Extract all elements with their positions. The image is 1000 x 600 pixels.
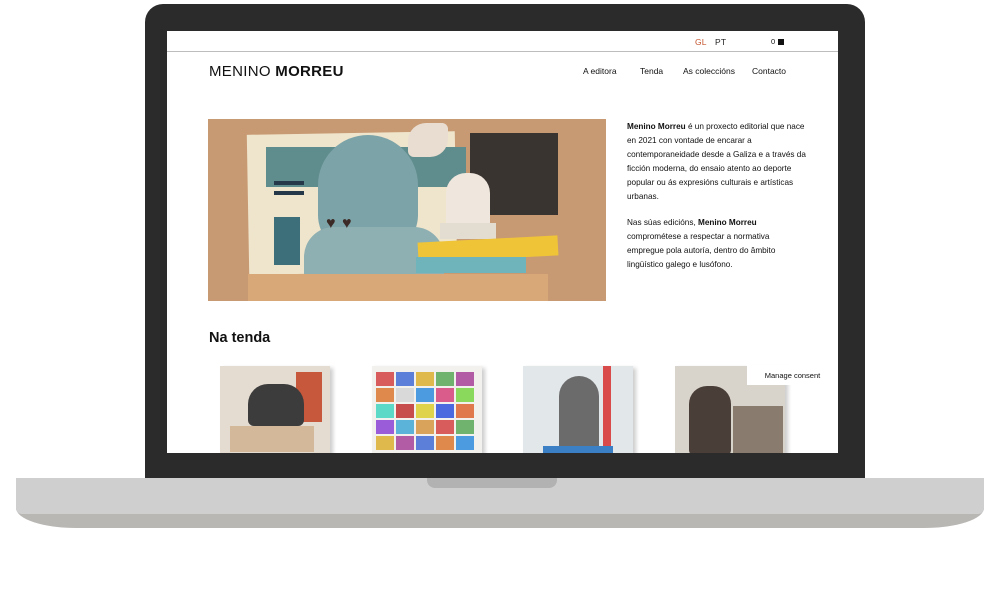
site-logo[interactable]: MENINO MORREU: [209, 63, 344, 80]
cart-link[interactable]: 0: [771, 37, 785, 46]
intro-text: Menino Morreu é un proxecto editorial qu…: [627, 120, 807, 284]
book-cover-3[interactable]: [523, 366, 633, 453]
intro-paragraph-2: Nas súas edicións, Menino Morreu comprom…: [627, 218, 776, 269]
screen: GL PT 0 MENINO MORREU A editora Tenda As…: [167, 31, 838, 453]
logo-text-morreu: MORREU: [275, 63, 344, 80]
top-bar: GL PT 0: [167, 31, 838, 52]
book-cover-1[interactable]: [220, 366, 330, 453]
language-pt-link[interactable]: PT: [715, 37, 726, 47]
nav-contacto[interactable]: Contacto: [752, 66, 786, 76]
nav-a-editora[interactable]: A editora: [583, 66, 617, 76]
laptop-notch: [427, 478, 557, 488]
nav-as-coleccions[interactable]: As coleccións: [683, 66, 735, 76]
cart-icon: [778, 38, 785, 45]
intro-paragraph-1: Menino Morreu é un proxecto editorial qu…: [627, 122, 806, 201]
manage-consent-button[interactable]: Manage consent: [747, 365, 838, 385]
hero-collage-image: ♥ ♥: [208, 119, 606, 301]
language-gl-link[interactable]: GL: [695, 37, 707, 47]
nav-tenda[interactable]: Tenda: [640, 66, 663, 76]
logo-text-menino: MENINO: [209, 63, 276, 80]
book-cover-2[interactable]: [372, 366, 482, 453]
cart-count: 0: [771, 37, 776, 46]
heart-icon: ♥: [342, 215, 352, 232]
shop-section-title: Na tenda: [209, 330, 271, 346]
heart-icon: ♥: [326, 215, 336, 232]
